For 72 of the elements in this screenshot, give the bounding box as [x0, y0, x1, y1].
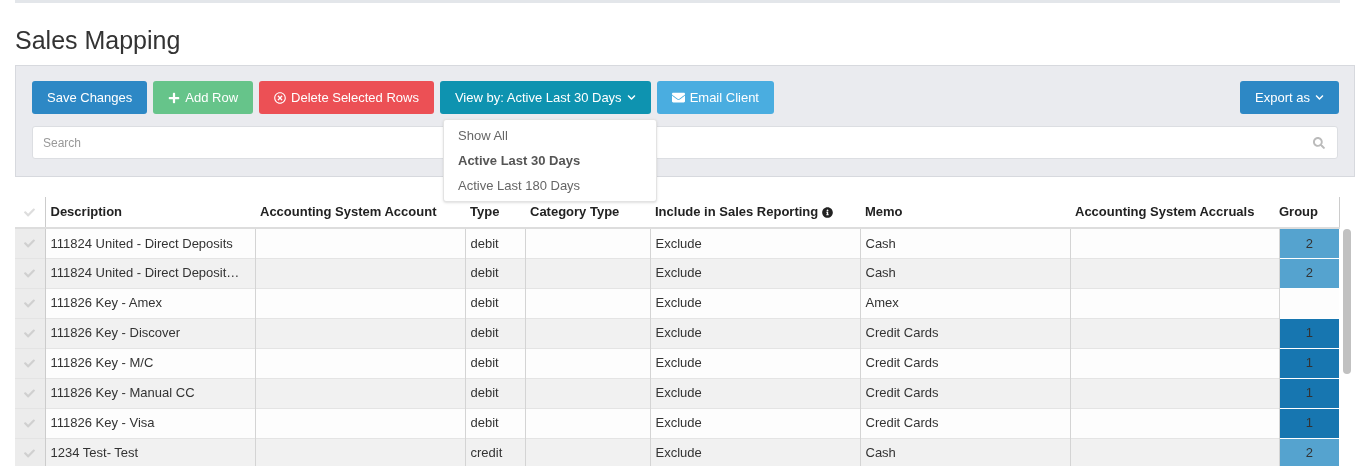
table-cell: debit: [470, 385, 499, 401]
table-cell: Credit Cards: [865, 385, 939, 401]
row-check-icon[interactable]: [24, 267, 36, 279]
table-cell: 111826 Key - Amex: [50, 295, 163, 311]
table-cell: 111826 Key - Visa: [50, 415, 155, 431]
table-cell: Exclude: [655, 415, 702, 431]
column-header: Group: [1279, 203, 1318, 222]
column-header: Include in Sales Reporting: [655, 203, 819, 222]
search-icon: [1313, 137, 1325, 149]
row-check-icon[interactable]: [24, 237, 36, 249]
table-cell: debit: [470, 415, 499, 431]
column-header: Memo: [865, 203, 903, 222]
table-cell: Exclude: [655, 265, 702, 281]
export-button[interactable]: Export as: [1240, 81, 1339, 114]
dropdown-item[interactable]: Active Last 180 Days: [444, 173, 656, 198]
chevron-down-icon: [1315, 93, 1324, 102]
delete-button[interactable]: Delete Selected Rows: [259, 81, 434, 114]
group-cell: 1: [1279, 318, 1339, 348]
table-cell: 111824 United - Direct Deposit…: [50, 265, 240, 281]
chevron-down-icon: [626, 93, 636, 102]
table-cell: 111826 Key - M/C: [50, 355, 154, 371]
table-cell: 111824 United - Direct Deposits: [50, 235, 233, 251]
check-icon[interactable]: [24, 206, 36, 218]
info-icon[interactable]: [822, 206, 834, 218]
view-button[interactable]: View by: Active Last 30 Days: [439, 81, 651, 114]
group-cell: 1: [1279, 378, 1339, 408]
table-cell: Exclude: [655, 355, 702, 371]
row-check-icon[interactable]: [24, 387, 36, 399]
row-check-icon[interactable]: [24, 447, 36, 459]
table-cell: 1234 Test- Test: [50, 445, 139, 461]
table-cell: Cash: [865, 445, 896, 461]
column-header: Accounting System Accruals: [1075, 203, 1255, 222]
table-cell: 111826 Key - Manual CC: [50, 385, 195, 401]
table-cell: debit: [470, 355, 499, 371]
add-button[interactable]: Add Row: [153, 81, 254, 114]
table-cell: Exclude: [655, 235, 702, 251]
table-cell: Exclude: [655, 295, 702, 311]
page-title: Sales Mapping: [15, 25, 182, 55]
group-cell: 1: [1279, 408, 1339, 438]
row-check-icon[interactable]: [24, 417, 36, 429]
envelope-icon: [671, 91, 685, 104]
table-cell: Amex: [865, 295, 899, 311]
table-cell: debit: [470, 295, 499, 311]
table-cell: Exclude: [655, 385, 702, 401]
row-check-icon[interactable]: [24, 297, 36, 309]
table-cell: debit: [470, 265, 499, 281]
table-cell: Cash: [865, 265, 896, 281]
table-cell: credit: [470, 445, 503, 461]
table-cell: debit: [470, 325, 499, 341]
table-cell: Cash: [865, 235, 896, 251]
save-button[interactable]: Save Changes: [32, 81, 148, 114]
column-header: Accounting System Account: [260, 203, 437, 222]
circle-x-icon: [274, 91, 287, 104]
plus-icon: [168, 91, 181, 104]
group-cell: 2: [1279, 438, 1339, 466]
table-cell: Credit Cards: [865, 415, 939, 431]
table-cell: Exclude: [655, 445, 702, 461]
email-button[interactable]: Email Client: [656, 81, 774, 114]
group-cell: 1: [1279, 348, 1339, 378]
table-cell: 111826 Key - Discover: [50, 325, 181, 341]
group-cell: 2: [1279, 258, 1339, 288]
column-header: Category Type: [530, 203, 620, 222]
table-cell: Exclude: [655, 325, 702, 341]
column-header: Description: [50, 203, 122, 222]
table-cell: debit: [470, 235, 499, 251]
table-cell: Credit Cards: [865, 325, 939, 341]
row-check-icon[interactable]: [24, 327, 36, 339]
table-cell: Credit Cards: [865, 355, 939, 371]
group-cell: 2: [1279, 228, 1339, 258]
row-check-icon[interactable]: [24, 357, 36, 369]
dropdown-item[interactable]: Show All: [444, 123, 656, 148]
column-header: Type: [470, 203, 500, 222]
